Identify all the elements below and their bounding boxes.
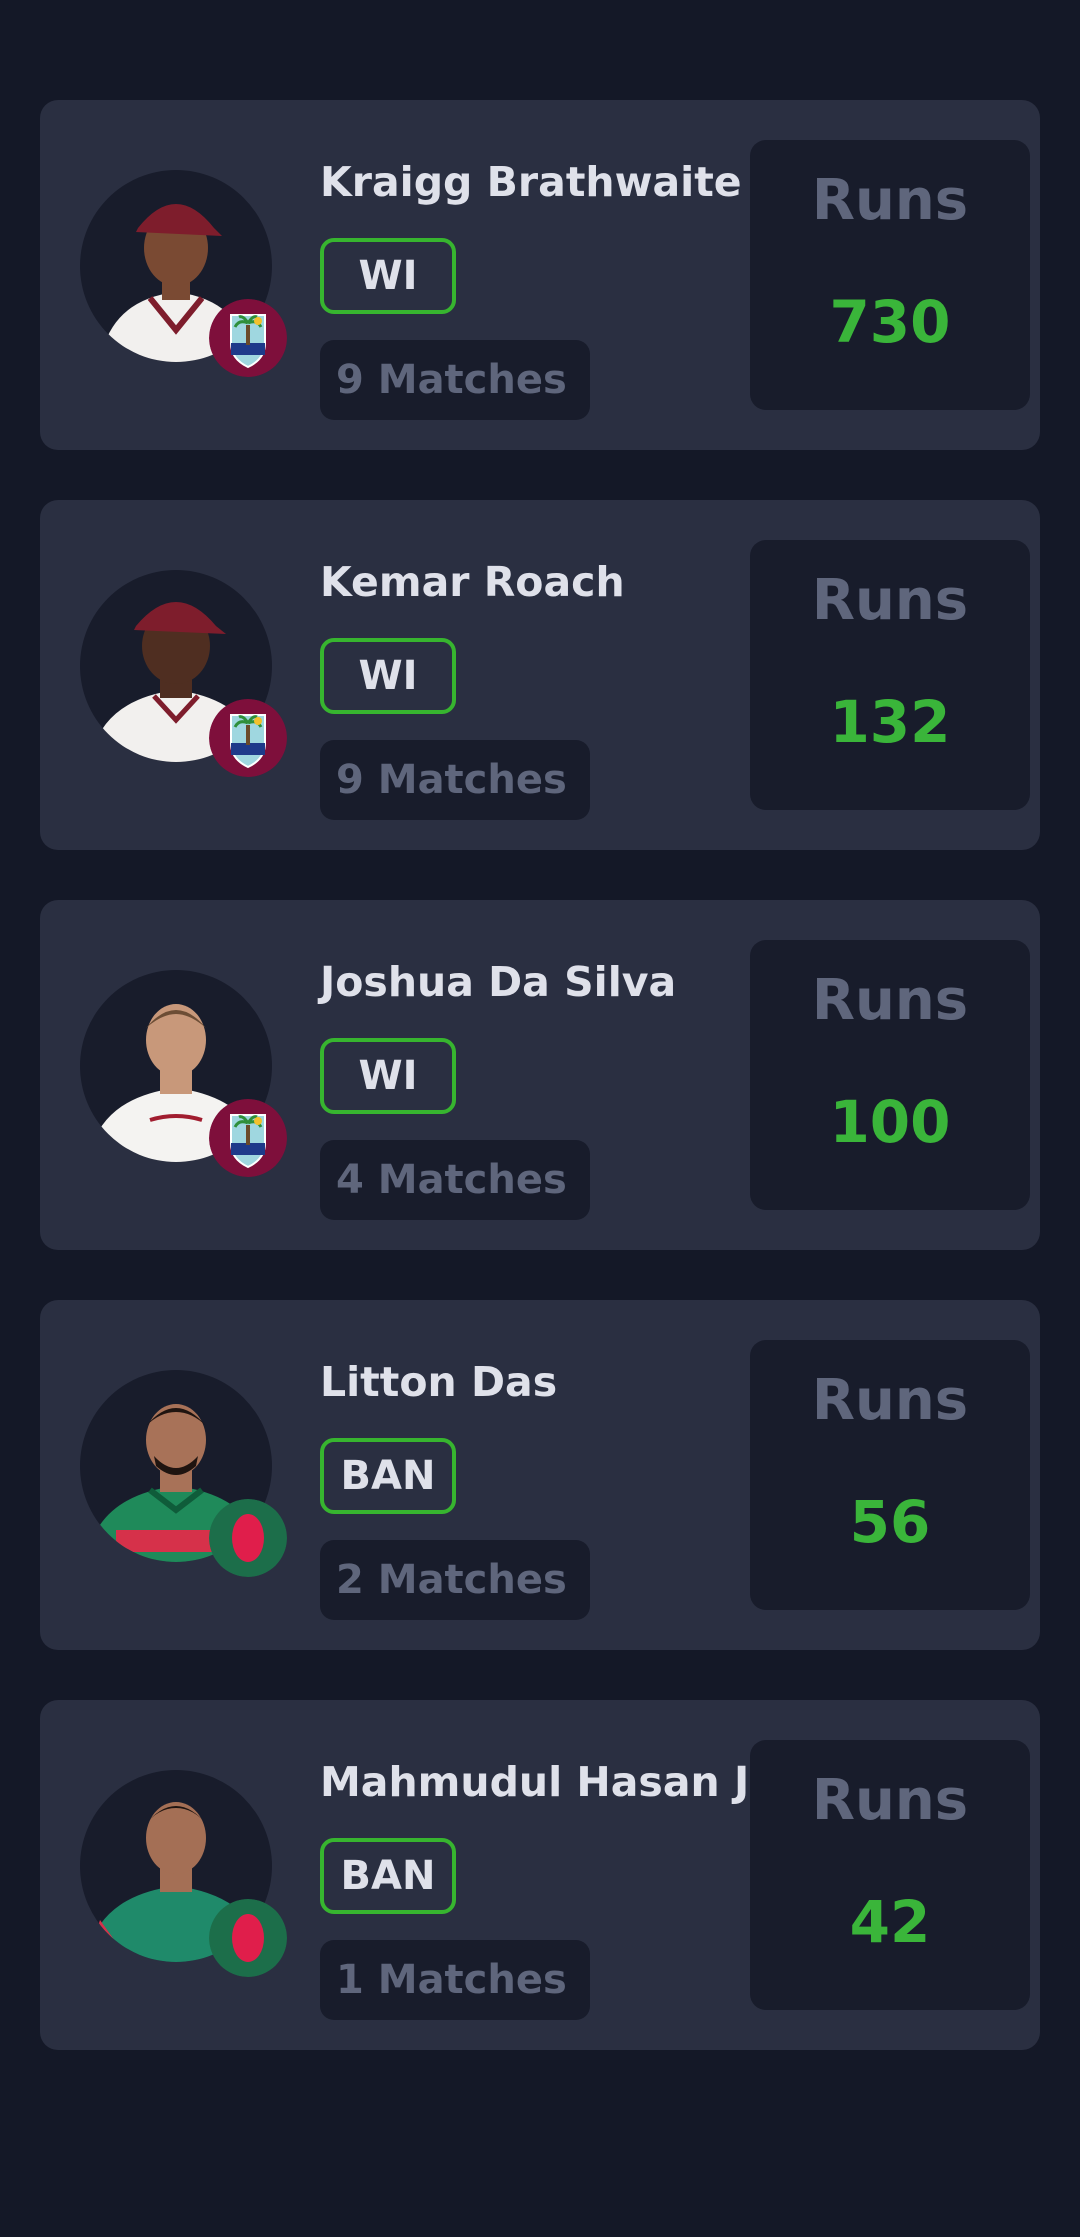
player-name: Litton Das [320,1358,558,1406]
bangladesh-flag-icon [209,1899,287,1977]
bangladesh-flag-icon [209,1499,287,1577]
player-name: Joshua Da Silva [320,958,677,1006]
stat-label: Runs [811,568,969,633]
west-indies-crest-icon [209,699,287,777]
player-stats-list: Kraigg Brathwaite WI 9 Matches Runs 730 [40,100,1040,2100]
runs-stat-panel: Runs 100 [750,940,1030,1210]
player-name: Kraigg Brathwaite [320,158,742,206]
team-badge: WI [320,638,456,714]
player-name: Mahmudul Hasan Joy [320,1758,805,1806]
west-indies-crest-icon [209,299,287,377]
stat-label: Runs [811,1768,969,1833]
team-badge: WI [320,238,456,314]
stat-value: 132 [829,688,951,756]
stat-label: Runs [811,168,969,233]
player-card[interactable]: Mahmudul Hasan Joy BAN 1 Matches Runs 42 [40,1700,1040,2050]
stat-value: 100 [829,1088,951,1156]
matches-count: 9 Matches [320,340,590,420]
runs-stat-panel: Runs 42 [750,1740,1030,2010]
stat-value: 730 [829,288,951,356]
team-badge: BAN [320,1438,456,1514]
runs-stat-panel: Runs 730 [750,140,1030,410]
player-name: Kemar Roach [320,558,625,606]
stat-label: Runs [811,968,969,1033]
matches-count: 2 Matches [320,1540,590,1620]
player-card[interactable]: Kemar Roach WI 9 Matches Runs 132 [40,500,1040,850]
player-card[interactable]: Joshua Da Silva WI 4 Matches Runs 100 [40,900,1040,1250]
runs-stat-panel: Runs 56 [750,1340,1030,1610]
stat-value: 42 [849,1888,931,1956]
matches-count: 9 Matches [320,740,590,820]
team-badge: WI [320,1038,456,1114]
runs-stat-panel: Runs 132 [750,540,1030,810]
stat-label: Runs [811,1368,969,1433]
team-badge: BAN [320,1838,456,1914]
matches-count: 4 Matches [320,1140,590,1220]
matches-count: 1 Matches [320,1940,590,2020]
stat-value: 56 [849,1488,931,1556]
west-indies-crest-icon [209,1099,287,1177]
player-card[interactable]: Litton Das BAN 2 Matches Runs 56 [40,1300,1040,1650]
player-card[interactable]: Kraigg Brathwaite WI 9 Matches Runs 730 [40,100,1040,450]
